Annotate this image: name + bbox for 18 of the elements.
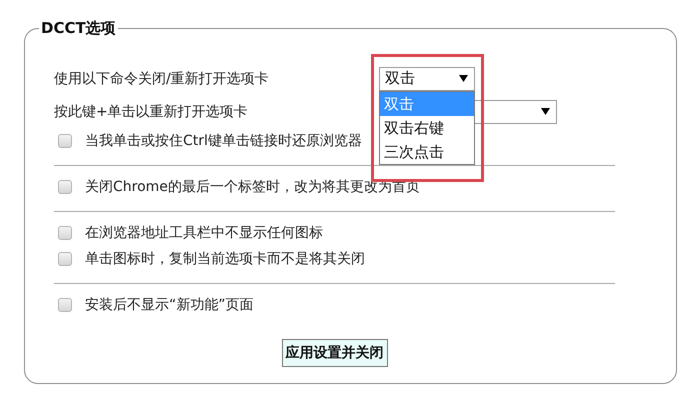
option-label: 安装后不显示“新功能”页面 (85, 296, 254, 314)
caret-icon (459, 75, 468, 82)
option-label: 当我单击或按住Ctrl键单击链接时还原浏览器 (85, 132, 362, 150)
apply-button[interactable]: 应用设置并关闭 (282, 339, 388, 367)
option-label: 在浏览器地址工具栏中不显示任何图标 (85, 224, 323, 242)
setting-label: 使用以下命令关闭/重新打开选项卡 (54, 70, 270, 88)
group-title: DCCT选项 (40, 19, 117, 38)
setting-label: 按此键+单击以重新打开选项卡 (54, 102, 249, 120)
dropdown-option[interactable]: 三次点击 (380, 140, 474, 164)
dropdown-option[interactable]: 双击右键 (380, 116, 474, 140)
caret-icon (541, 108, 550, 115)
checkbox[interactable] (58, 226, 72, 240)
checkbox[interactable] (58, 180, 72, 194)
option-label: 单击图标时，复制当前选项卡而不是将其关闭 (85, 250, 365, 268)
checkbox[interactable] (58, 134, 72, 148)
dropdown[interactable]: 双击 (379, 66, 475, 90)
checkbox[interactable] (58, 252, 72, 266)
checkbox[interactable] (58, 298, 72, 312)
